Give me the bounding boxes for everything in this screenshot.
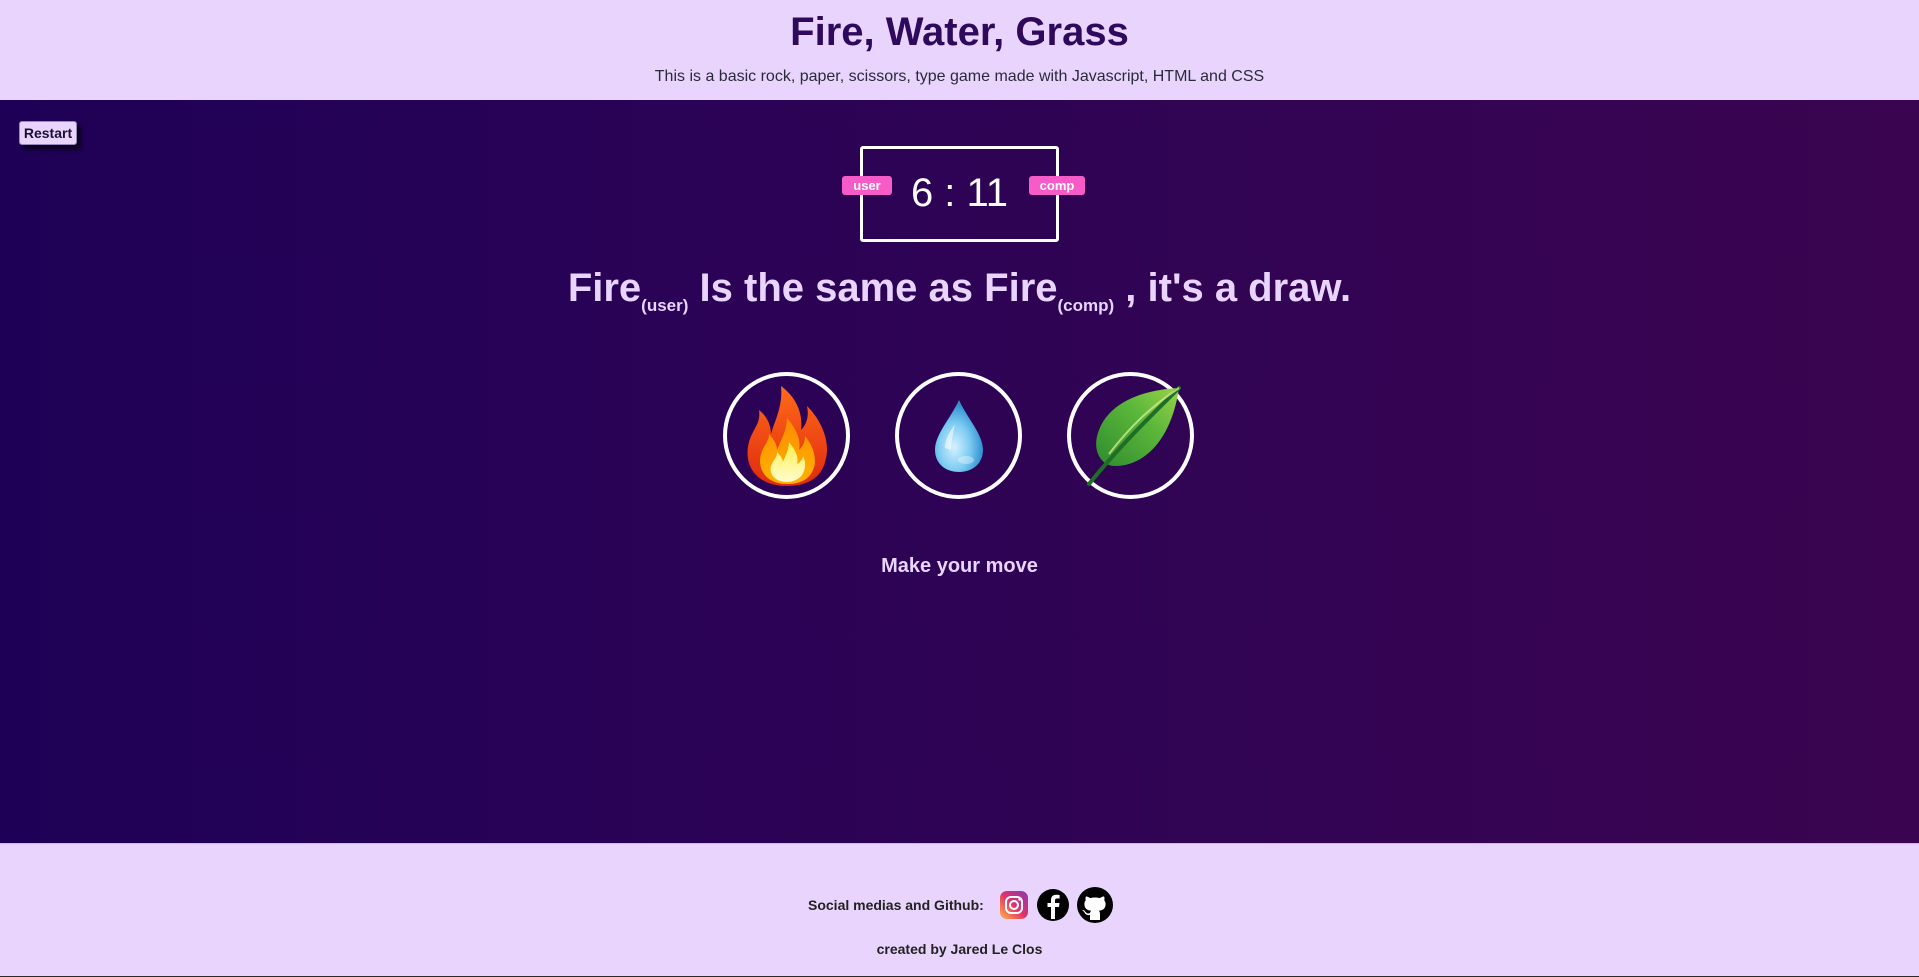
result-user-choice: Fire [567,266,642,310]
result-user-sub: (user) [641,296,689,315]
credit-text: created by Jared Le Clos [876,941,1043,957]
result-middle: Is the same as [688,266,985,310]
github-icon[interactable] [1076,886,1114,924]
game-area: Restart 6 : 11 user comp Fire(user) Is t… [0,100,1919,843]
page-header: Fire, Water, Grass This is a basic rock,… [0,0,1919,100]
water-drop-icon [934,399,983,472]
page-title: Fire, Water, Grass [790,10,1129,54]
water-choice-button[interactable] [895,372,1022,499]
grass-choice-button[interactable] [1067,372,1194,499]
page-footer: Social medias and Github: created by Jar… [0,843,1919,977]
result-comp-sub: (comp) [1057,296,1115,315]
result-end: , it's a draw. [1114,266,1352,310]
user-badge: user [842,176,892,195]
fire-choice-button[interactable] [723,372,850,499]
instagram-icon[interactable] [998,889,1030,921]
comp-badge: comp [1029,176,1085,195]
make-move-prompt: Make your move [881,555,1038,577]
result-comp-choice: Fire [984,266,1058,310]
restart-button[interactable]: Restart [19,121,77,145]
leaf-icon [1086,385,1181,486]
result-message: Fire(user) Is the same as Fire(comp) , i… [0,266,1919,316]
social-row: Social medias and Github: [808,886,1120,924]
social-label: Social medias and Github: [808,897,984,913]
page-subtitle: This is a basic rock, paper, scissors, t… [654,68,1265,85]
fire-icon [747,385,827,486]
facebook-icon[interactable] [1036,888,1070,922]
